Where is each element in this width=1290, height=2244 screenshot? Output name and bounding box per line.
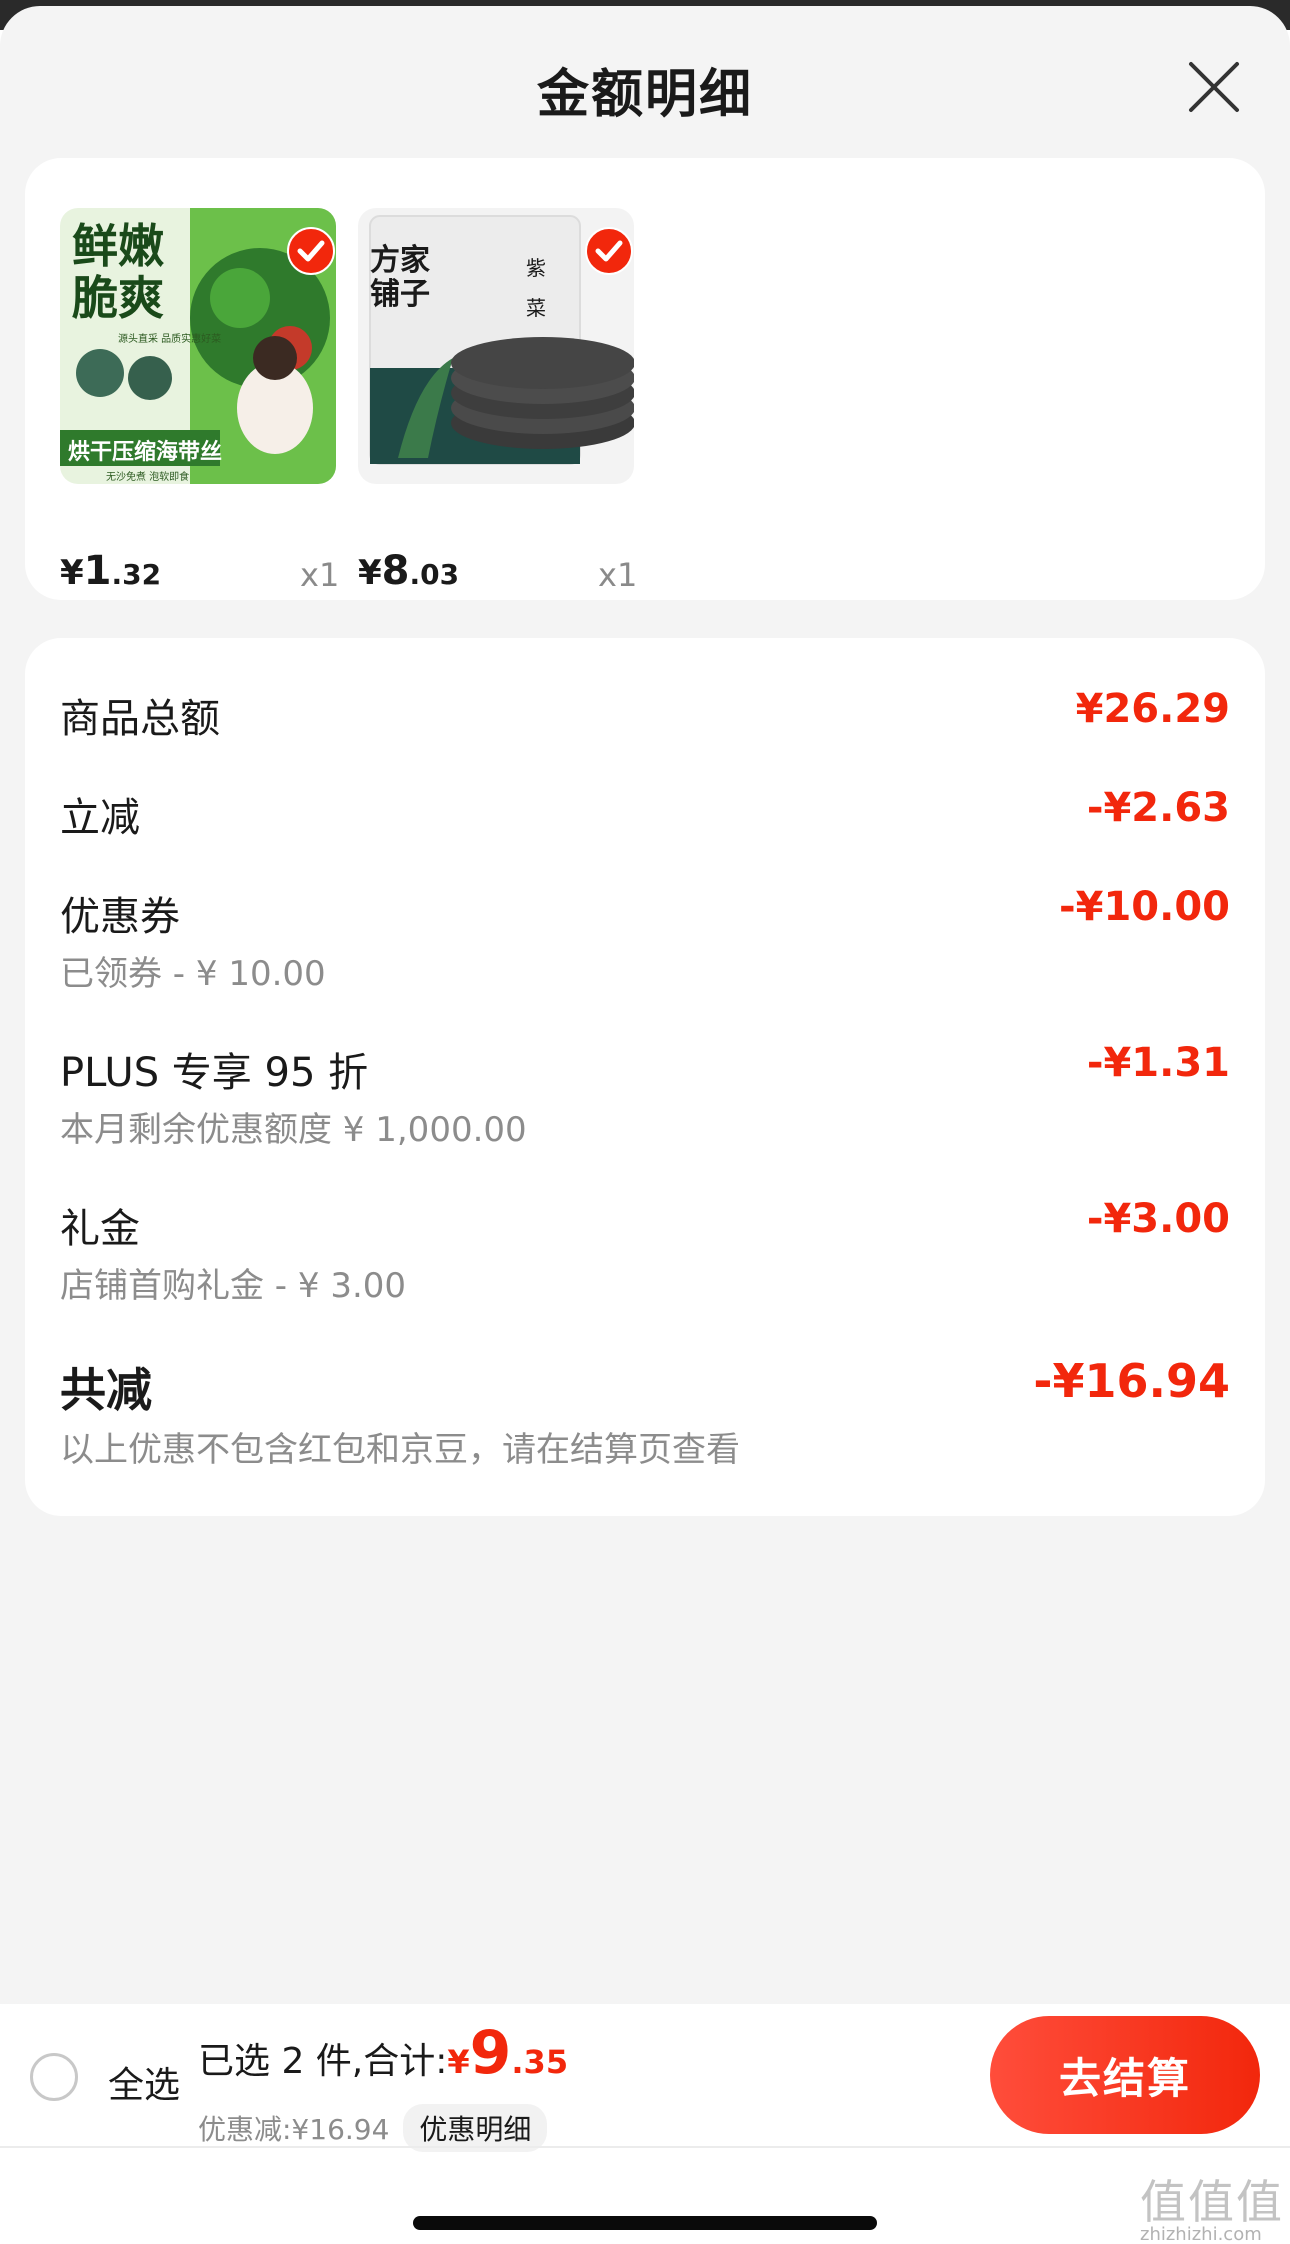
watermark-url: zhizhizhi.com	[1140, 2224, 1262, 2244]
amount-detail-sheet: 金额明细 鲜嫩 脆爽 源头直采 品质实惠好菜 烘干压缩海带丝 无沙免煮 泡软即食…	[0, 6, 1290, 2244]
select-all-radio[interactable]	[30, 2053, 78, 2101]
gift-money-subtext: 店铺首购礼金 - ¥ 3.00	[60, 1266, 407, 1306]
select-all-label[interactable]: 全选	[108, 2056, 180, 2108]
discount-detail-button[interactable]: 优惠明细	[403, 2104, 548, 2152]
checkout-bar: 全选 已选 2 件,合计:¥9.35 优惠减:¥16.94 优惠明细 去结算	[0, 2004, 1290, 2244]
product-quantity: x1	[300, 556, 340, 594]
coupon-label: 优惠券	[60, 894, 180, 940]
plus-discount-subtext: 本月剩余优惠额度 ¥ 1,000.00	[60, 1110, 527, 1150]
sum-currency: ¥	[447, 2043, 470, 2081]
gift-money-amount: -¥3.00	[1086, 1196, 1230, 1242]
products-card: 鲜嫩 脆爽 源头直采 品质实惠好菜 烘干压缩海带丝 无沙免煮 泡软即食 ¥1.3…	[25, 158, 1265, 600]
sheet-header: 金额明细	[0, 6, 1290, 156]
selected-check-icon[interactable]	[584, 226, 634, 276]
image-tag: 烘干压缩海带丝	[68, 440, 223, 465]
image-text-line: 脆爽	[72, 271, 164, 325]
image-footnote: 无沙免煮 泡软即食	[106, 472, 190, 483]
watermark-logo: 值值值	[1140, 2175, 1284, 2229]
selected-check-icon[interactable]	[286, 226, 336, 276]
image-text-line: 鲜嫩	[72, 219, 164, 273]
coupon-amount: -¥10.00	[1059, 884, 1230, 930]
plus-discount-label: PLUS 专享 95 折	[60, 1050, 369, 1096]
sum-integer: 9	[469, 2018, 512, 2088]
home-indicator[interactable]	[413, 2216, 877, 2230]
plus-discount-amount: -¥1.31	[1086, 1040, 1230, 1086]
image-brand: 方家铺子	[370, 243, 430, 312]
product-quantity: x1	[598, 556, 638, 594]
total-discount-note: 以上优惠不包含红包和京豆，请在结算页查看	[60, 1430, 740, 1470]
instant-discount-amount: -¥2.63	[1086, 785, 1230, 831]
sum-decimal: .35	[511, 2043, 569, 2081]
coupon-subtext: 已领券 - ¥ 10.00	[60, 954, 326, 994]
product-price: ¥1.32	[60, 548, 162, 594]
total-discount-amount: -¥16.94	[1033, 1354, 1230, 1408]
instant-discount-label: 立减	[60, 795, 140, 841]
gift-money-label: 礼金	[60, 1206, 140, 1252]
watermark: 值值值 zhizhizhi.com	[1140, 2166, 1286, 2244]
items-total-label: 商品总额	[60, 696, 220, 742]
discount-line: 优惠减:¥16.94 优惠明细	[198, 2104, 548, 2152]
checkout-button[interactable]: 去结算	[990, 2016, 1260, 2134]
discount-amount-text: 优惠减:¥16.94	[198, 2113, 390, 2146]
total-discount-label: 共减	[60, 1363, 152, 1417]
price-summary-card: 商品总额 ¥26.29 立减 -¥2.63 优惠券 -¥10.00 已领券 - …	[25, 638, 1265, 1516]
image-label: 紫菜	[526, 256, 546, 320]
selected-count-text: 已选 2 件,合计:	[198, 2041, 448, 2082]
items-total-amount: ¥26.29	[1075, 686, 1230, 732]
close-button[interactable]	[1183, 56, 1245, 118]
selected-summary: 已选 2 件,合计:¥9.35	[198, 2018, 568, 2088]
image-subtext: 源头直采 品质实惠好菜	[118, 334, 222, 345]
close-icon	[1189, 62, 1239, 112]
sheet-title: 金额明细	[536, 65, 753, 125]
divider	[0, 2146, 1290, 2148]
product-price: ¥8.03	[358, 548, 460, 594]
